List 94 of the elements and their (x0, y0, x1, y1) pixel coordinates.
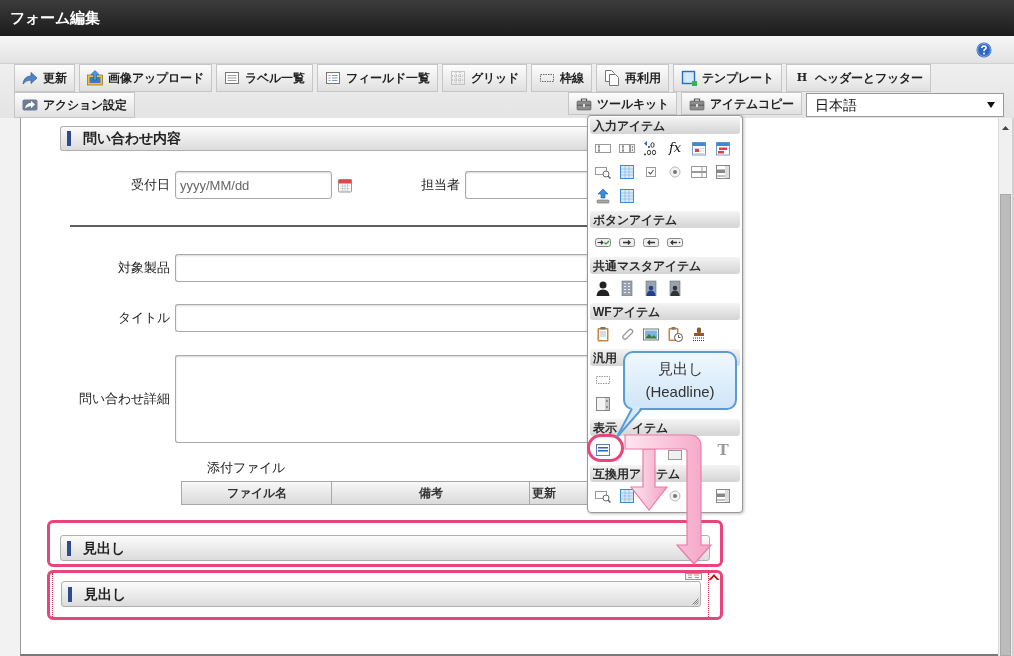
resize-grip-icon[interactable] (692, 598, 699, 605)
scrollbar-thumb[interactable] (1000, 194, 1011, 656)
dropdown-caret-icon (987, 102, 995, 108)
list-box-icon[interactable] (715, 488, 731, 504)
list-box-icon[interactable] (715, 164, 731, 180)
template-icon (681, 70, 697, 86)
grid-icon[interactable] (685, 573, 702, 580)
upload-icon[interactable] (595, 188, 611, 204)
toolbar-button[interactable]: 画像アップロード (79, 64, 212, 92)
toolbox-icon (576, 95, 592, 112)
text-area[interactable] (175, 355, 587, 443)
panel-icon[interactable] (595, 396, 611, 412)
select-list-icon[interactable] (691, 164, 707, 180)
building-icon[interactable] (619, 280, 635, 296)
clipboard-icon[interactable] (595, 326, 611, 342)
palette-section-title: テム (656, 466, 680, 481)
table-header-cell: ファイル名 (181, 481, 332, 505)
field-label: 問い合わせ詳細 (78, 390, 170, 409)
toolbox-icon (689, 95, 705, 112)
language-value: 日本語 (815, 95, 857, 115)
search-field-icon[interactable] (595, 164, 611, 180)
table-icon[interactable] (619, 488, 635, 504)
scrollbar[interactable] (998, 118, 1012, 656)
palette-section-title: 共通マスタアイテム (593, 258, 701, 273)
palette-section-title: ボタンアイテム (593, 212, 677, 227)
form-list-icon (325, 70, 341, 86)
window-title: フォーム編集 (10, 7, 100, 28)
help-icon[interactable] (976, 41, 992, 58)
accent-bar-icon (68, 586, 72, 602)
list-icon (224, 70, 240, 86)
h-symbol: H (795, 69, 809, 86)
toolbar-button[interactable]: 再利用 (596, 64, 669, 92)
toolbar-button[interactable]: ラベル一覧 (216, 64, 313, 92)
palette-section-title: WFアイテム (593, 304, 660, 319)
stamp-icon[interactable] (691, 326, 707, 342)
toolbar-button[interactable]: テンプレート (673, 64, 782, 92)
box-icon[interactable] (667, 450, 683, 460)
section-title: 問い合わせ内容 (83, 129, 181, 148)
toolbar-button[interactable]: フィールド一覧 (317, 64, 438, 92)
down-arrow (629, 448, 669, 511)
field-label: 受付日 (130, 176, 170, 195)
table-icon[interactable] (619, 188, 635, 204)
callout-text: 見出し (657, 359, 703, 379)
radio-button-icon[interactable] (667, 164, 683, 180)
headline-text: 見出し (84, 584, 126, 604)
arrow-icon (22, 70, 38, 86)
table-header-cell: 備考 (332, 481, 530, 505)
toolbar-button[interactable]: アクション設定 (14, 92, 135, 118)
palette-section-title: 表示 (593, 420, 617, 435)
toolbar-button[interactable]: アイテムコピー (681, 92, 802, 115)
field-label: 対象製品 (117, 259, 170, 278)
image-upload-icon (87, 70, 103, 86)
function-symbol[interactable]: fx (668, 141, 682, 155)
checkbox-icon[interactable] (643, 164, 659, 180)
language-select[interactable]: 日本語 (806, 93, 1004, 117)
search-field-icon[interactable] (595, 488, 611, 504)
headline-text: 見出し (83, 538, 125, 558)
image-icon[interactable] (643, 326, 659, 342)
headline-icon[interactable] (595, 442, 611, 458)
callout-text: (Headline) (645, 382, 715, 402)
toolbar-button[interactable]: 更新 (14, 64, 75, 92)
calendar-icon[interactable] (715, 140, 731, 156)
calendar-icon[interactable] (337, 177, 353, 193)
calendar-icon[interactable] (691, 140, 707, 156)
toolbar-button[interactable]: グリッド (442, 64, 527, 92)
toolbar-button[interactable]: H ヘッダーとフッター (786, 64, 931, 92)
accent-bar-icon (67, 540, 71, 556)
scroll-up-icon[interactable] (1002, 126, 1009, 130)
decimal-icon[interactable] (643, 140, 659, 156)
paperclip-icon[interactable] (619, 326, 635, 342)
documents-icon (604, 70, 620, 86)
accent-bar-icon (67, 131, 71, 146)
user-icon[interactable] (595, 280, 611, 296)
clipboard-clock-icon[interactable] (667, 326, 683, 342)
caret-up-icon[interactable] (708, 573, 720, 581)
attachment-label: 添付ファイル (207, 460, 285, 476)
toolbar-button[interactable]: ツールキット (568, 92, 677, 115)
toolbar-button[interactable]: 枠線 (531, 64, 592, 92)
palette-section-title: イテム (632, 420, 668, 435)
field-label: タイトル (117, 309, 170, 328)
palette-section-title: 汎用 (593, 350, 617, 365)
text-input[interactable] (175, 254, 587, 282)
date-input[interactable]: yyyy/MM/dd (175, 171, 332, 199)
building-user-icon[interactable] (667, 280, 683, 296)
table-icon[interactable] (619, 164, 635, 180)
radio-button-icon[interactable] (667, 488, 683, 504)
text-input[interactable] (175, 304, 587, 332)
field-label: 担当者 (420, 176, 460, 195)
palette-section-title: 入力アイテム (593, 118, 665, 133)
palette-section-title: 互換用ア (593, 466, 641, 481)
text-input[interactable] (465, 171, 587, 199)
table-header-cell: 更新 (530, 481, 587, 505)
grid-icon (450, 70, 466, 86)
building-user-icon[interactable] (643, 280, 659, 296)
